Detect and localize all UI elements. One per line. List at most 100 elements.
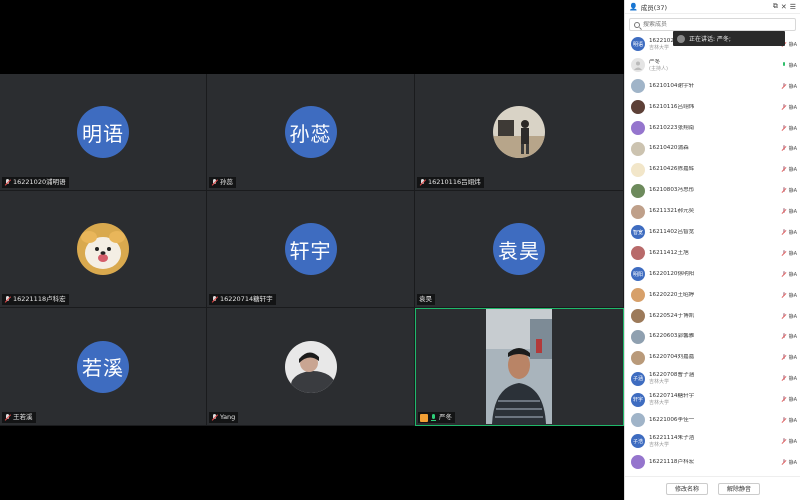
video-tile[interactable]: 袁昊 袁昊 <box>415 191 624 308</box>
mic-muted-icon <box>4 413 11 422</box>
unmute-all-button[interactable]: 解除静音 <box>718 482 761 495</box>
member-name: 16210426陈嘉辉 <box>649 166 695 173</box>
participant-name-label: 孙蕊 <box>209 177 236 188</box>
member-row[interactable]: 16220704刘嘉嘉 静A <box>625 347 800 368</box>
video-tile[interactable]: 16210116吕翊炜 <box>415 74 624 191</box>
member-mic-action[interactable]: 静A <box>781 249 797 257</box>
member-row[interactable]: 16210420蒲森 静A <box>625 138 800 159</box>
member-info: 16221006李佳一 <box>649 417 777 424</box>
member-row[interactable]: 孙蕊静A <box>625 473 800 475</box>
rename-button[interactable]: 修改名称 <box>665 482 708 495</box>
member-row[interactable]: 轩宇 16220714糖轩宇 吉林大学 静A <box>625 389 800 410</box>
member-name: 16221114朱子浩 <box>649 434 695 441</box>
member-action-label: 静A <box>788 376 797 383</box>
member-mic-action[interactable]: 静A <box>781 228 797 236</box>
member-mic-action[interactable]: 静A <box>781 458 797 466</box>
mic-muted-icon <box>211 413 218 422</box>
member-mic-action[interactable]: 静A <box>781 375 797 382</box>
video-tile[interactable]: 轩宇 16220714糖轩宇 <box>207 191 415 308</box>
member-action-label: 静A <box>788 334 797 341</box>
speaker-avatar <box>677 34 685 43</box>
member-row[interactable]: 16220220王昭婷 静A <box>625 285 800 306</box>
member-name: 16220603郭馨雅 <box>649 333 695 340</box>
member-action-label: 静A <box>788 83 797 90</box>
video-tile[interactable]: 孙蕊 孙蕊 <box>207 74 415 191</box>
member-mic-action[interactable]: 静A <box>781 396 797 403</box>
member-row[interactable]: 16210803冯思彤 静A <box>625 180 800 201</box>
video-tile[interactable]: 16221118卢科宏 <box>0 191 207 308</box>
member-photo <box>631 246 645 261</box>
member-name: 16210104谢宇轩 <box>649 82 695 89</box>
member-avatar: 轩宇 <box>631 392 645 407</box>
member-name: 16220120徐明阳 <box>649 270 695 277</box>
popout-icon[interactable]: ⧉ <box>773 2 778 11</box>
member-mic-action[interactable]: 静A <box>781 145 797 152</box>
participant-name-label: 严冬 <box>418 412 455 423</box>
member-row[interactable]: 16221006李佳一 静A <box>625 410 800 431</box>
participant-name: 16221118卢科宏 <box>13 295 66 303</box>
mic-muted-icon <box>781 375 787 382</box>
member-row[interactable]: 16210104谢宇轩 静A <box>625 76 800 97</box>
menu-icon[interactable]: ☰ <box>790 3 796 11</box>
mic-muted-icon <box>781 145 787 152</box>
member-row[interactable]: 子浩 16221114朱子浩 吉林大学 静A <box>625 431 800 452</box>
member-mic-action[interactable]: 静A <box>781 437 797 445</box>
video-tile[interactable]: Yang <box>207 308 415 426</box>
member-row[interactable]: 严冬 (主持人) 静A <box>625 55 800 76</box>
participant-name-label: 16221118卢科宏 <box>2 294 69 305</box>
member-row[interactable]: 子涵 16220708曹子涵 吉林大学 静A <box>625 368 800 389</box>
member-mic-action[interactable]: 静A <box>781 333 797 340</box>
video-tile[interactable]: 若溪 王若溪 <box>0 308 207 426</box>
mic-muted-icon <box>781 437 787 445</box>
search-input[interactable] <box>642 21 791 28</box>
member-photo <box>631 329 645 344</box>
member-avatar: 子浩 <box>631 434 645 449</box>
video-tile[interactable]: 严冬 <box>415 308 624 426</box>
member-subtitle: (主持人) <box>649 65 668 72</box>
member-action-label: 静A <box>788 355 797 362</box>
member-row[interactable]: 16211412王旭 静A <box>625 243 800 264</box>
member-row[interactable]: 16211321郝元奕 静A <box>625 201 800 222</box>
member-avatar: 智宽 <box>631 225 645 240</box>
member-mic-action[interactable]: 静A <box>781 270 797 278</box>
member-action-label: 静A <box>788 62 797 69</box>
member-row[interactable]: 16210426陈嘉辉 静A <box>625 159 800 180</box>
member-photo <box>631 288 645 303</box>
member-mic-action[interactable]: 静A <box>781 166 797 173</box>
participant-photo <box>284 340 337 393</box>
member-mic-action[interactable]: 静A <box>781 124 797 132</box>
participant-name: 袁昊 <box>419 295 432 303</box>
member-mic-action[interactable]: 静A <box>781 416 797 424</box>
participant-name-label: 袁昊 <box>417 294 435 305</box>
member-row[interactable]: 明阳 16220120徐明阳 静A <box>625 264 800 285</box>
member-search[interactable] <box>629 18 796 31</box>
member-row[interactable]: 16210116吕翊炜 静A <box>625 97 800 118</box>
member-avatar: 明阳 <box>631 267 645 282</box>
member-info: 16210420蒲森 <box>649 145 777 152</box>
member-row[interactable]: 16210223张翔南 静A <box>625 118 800 139</box>
mic-on-icon <box>781 61 787 69</box>
member-info: 16221118卢科宏 <box>649 459 777 466</box>
member-mic-action[interactable]: 静A <box>781 208 797 215</box>
member-photo <box>631 79 645 94</box>
member-photo <box>631 183 645 198</box>
member-mic-action[interactable]: 静A <box>781 312 797 320</box>
member-mic-action[interactable]: 静A <box>781 61 797 69</box>
member-mic-action[interactable]: 静A <box>781 354 797 361</box>
mic-muted-icon <box>211 178 218 187</box>
members-title: 成员(37) <box>640 3 668 12</box>
video-tile[interactable]: 明语 16221020浦明语 <box>0 74 207 191</box>
member-mic-action[interactable]: 静A <box>781 82 797 90</box>
member-mic-action[interactable]: 静A <box>781 187 797 194</box>
member-mic-action[interactable]: 静A <box>781 291 797 299</box>
member-row[interactable]: 16220524于博凯 静A <box>625 306 800 327</box>
member-mic-action[interactable]: 静A <box>781 103 797 111</box>
mic-muted-icon <box>211 295 218 304</box>
participant-avatar: 明语 <box>77 106 129 158</box>
members-panel-footer: 修改名称 解除静音 <box>625 476 800 500</box>
member-row[interactable]: 16220603郭馨雅 静A <box>625 326 800 347</box>
close-icon[interactable]: ✕ <box>781 3 787 11</box>
member-row[interactable]: 16221118卢科宏 静A <box>625 452 800 473</box>
member-info: 16210426陈嘉辉 <box>649 166 777 173</box>
member-row[interactable]: 智宽 16211402吕智宽 静A <box>625 222 800 243</box>
